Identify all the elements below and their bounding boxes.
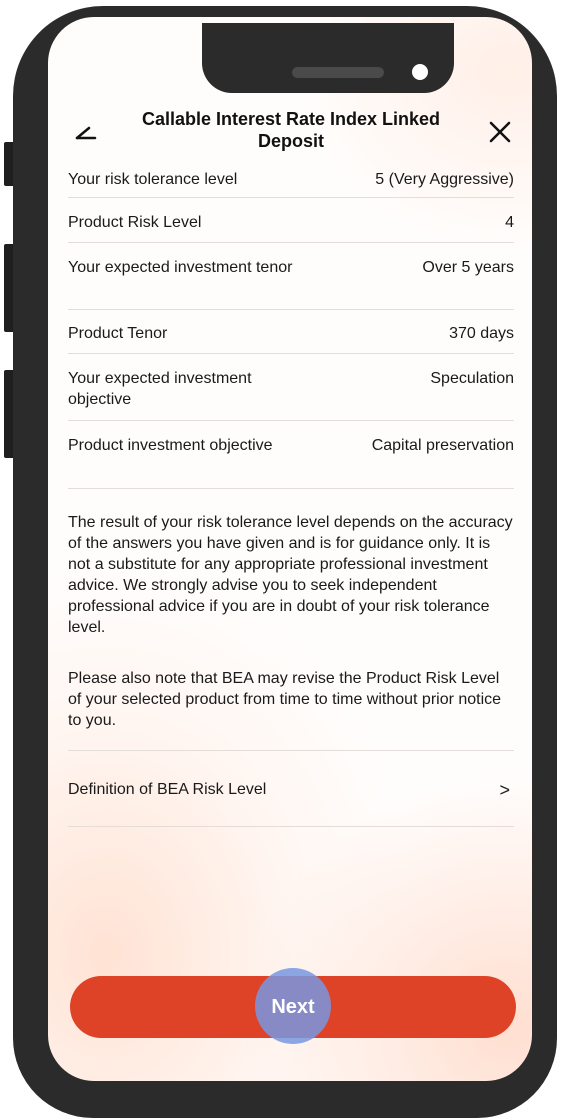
risk-comparison-list: Your risk tolerance level 5 (Very Aggres…	[68, 160, 514, 489]
row-product-risk-level: Product Risk Level 4	[68, 198, 514, 243]
back-arrow-icon[interactable]	[68, 114, 104, 150]
row-label: Your expected investment tenor	[68, 259, 293, 276]
row-value: Over 5 years	[422, 259, 514, 276]
row-product-objective: Product investment objective Capital pre…	[68, 421, 514, 489]
disclaimer-paragraph-2: Please also note that BEA may revise the…	[68, 670, 502, 729]
row-label: Product investment objective	[68, 437, 273, 454]
row-label: Your risk tolerance level	[68, 171, 238, 188]
notch	[202, 23, 454, 93]
page-title: Callable Interest Rate Index Linked Depo…	[141, 109, 441, 151]
row-value: Capital preservation	[371, 437, 514, 454]
screen-header: Callable Interest Rate Index Linked Depo…	[48, 104, 532, 160]
row-label: Your expected investment objective	[68, 370, 252, 408]
row-risk-tolerance: Your risk tolerance level 5 (Very Aggres…	[68, 160, 514, 198]
row-product-tenor: Product Tenor 370 days	[68, 310, 514, 354]
divider	[68, 750, 514, 751]
speaker-icon	[292, 67, 384, 78]
camera-icon	[412, 64, 428, 80]
row-label: Product Risk Level	[68, 214, 202, 231]
row-label: Product Tenor	[68, 325, 168, 342]
disclaimer-paragraph-1: The result of your risk tolerance level …	[68, 514, 513, 636]
close-icon[interactable]	[482, 114, 518, 150]
device-stage: Callable Interest Rate Index Linked Depo…	[0, 0, 561, 1118]
divider	[68, 826, 514, 827]
row-expected-tenor: Your expected investment tenor Over 5 ye…	[68, 243, 514, 310]
row-value: 4	[505, 214, 514, 231]
row-value: 5 (Very Aggressive)	[375, 171, 514, 188]
row-expected-objective: Your expected investment objective Specu…	[68, 354, 514, 421]
row-value: Speculation	[430, 370, 514, 387]
next-button-label: Next	[271, 995, 315, 1018]
definition-risk-level-link[interactable]: Definition of BEA Risk Level >	[68, 770, 514, 810]
chevron-right-icon: >	[499, 779, 510, 800]
row-value: 370 days	[449, 325, 514, 342]
next-button[interactable]: Next	[70, 968, 516, 1044]
definition-link-label: Definition of BEA Risk Level	[68, 781, 267, 798]
